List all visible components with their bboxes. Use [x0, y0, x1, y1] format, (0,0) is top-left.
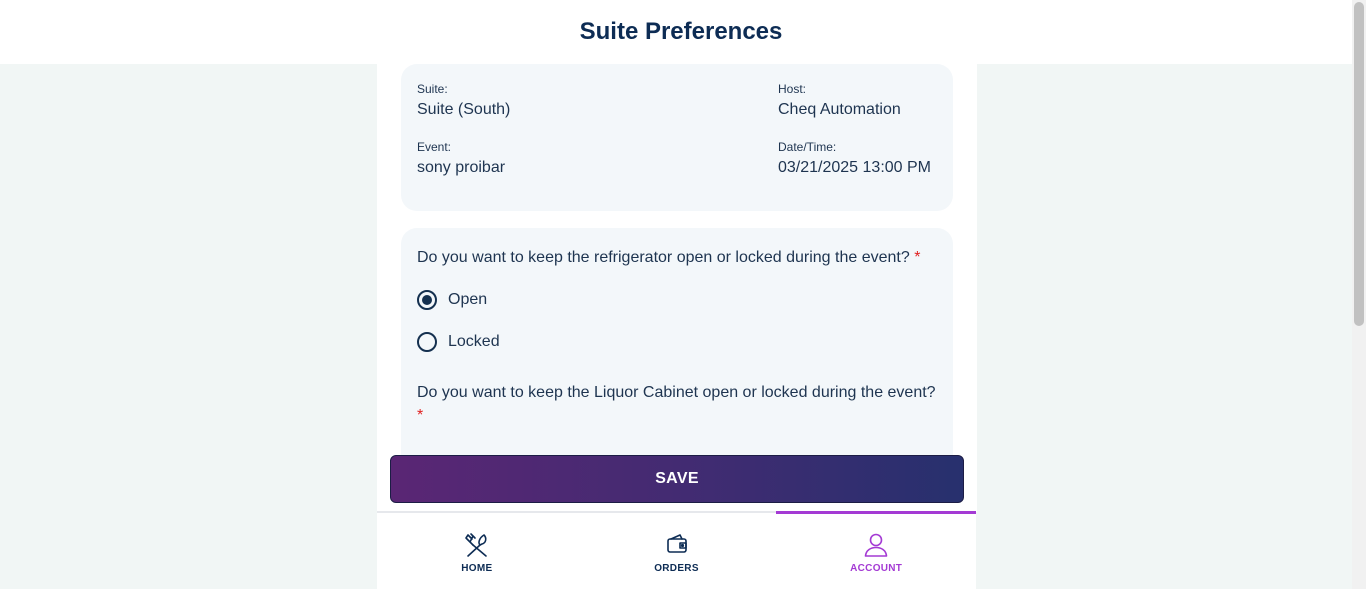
utensils-icon [465, 533, 487, 557]
scrollbar[interactable] [1352, 0, 1366, 589]
suite-info-card: Suite: Suite (South) Host: Cheq Automati… [401, 64, 953, 211]
refrigerator-option-open[interactable]: Open [417, 289, 937, 311]
required-marker: * [417, 407, 424, 424]
required-marker: * [914, 249, 921, 266]
liquor-cabinet-question-text: Do you want to keep the Liquor Cabinet o… [417, 384, 936, 401]
nav-label-orders[interactable]: ORDERS [654, 563, 699, 574]
suite-info: Suite: Suite (South) [417, 82, 510, 119]
bottom-nav: HOME ORDERS ACCOUNT [377, 511, 976, 589]
nav-item-account[interactable]: ACCOUNT [776, 511, 976, 589]
radio-locked[interactable] [417, 332, 437, 352]
datetime-info: Date/Time: 03/21/2025 13:00 PM [778, 140, 931, 177]
nav-item-orders[interactable]: ORDERS [577, 513, 777, 589]
refrigerator-option-locked[interactable]: Locked [417, 331, 937, 353]
datetime-label: Date/Time: [778, 140, 837, 154]
page-title: Suite Preferences [579, 18, 783, 45]
event-value: sony proibar [417, 159, 506, 176]
save-button[interactable]: SAVE [390, 455, 964, 503]
user-icon [864, 533, 888, 557]
host-info: Host: Cheq Automation [778, 82, 901, 119]
radio-locked-label[interactable]: Locked [448, 333, 500, 351]
host-label: Host: [778, 82, 807, 96]
host-value: Cheq Automation [778, 101, 901, 118]
main-content[interactable]: Suite: Suite (South) Host: Cheq Automati… [377, 64, 977, 512]
nav-label-account[interactable]: ACCOUNT [850, 563, 902, 574]
scrollbar-thumb[interactable] [1354, 2, 1364, 326]
preferences-card: Do you want to keep the refrigerator ope… [401, 228, 953, 488]
suite-value: Suite (South) [417, 101, 511, 118]
event-label: Event: [417, 140, 452, 154]
event-info: Event: sony proibar [417, 140, 505, 177]
page-header: Suite Preferences [0, 0, 1352, 64]
refrigerator-question: Do you want to keep the refrigerator ope… [417, 246, 937, 269]
radio-open-label[interactable]: Open [448, 291, 487, 309]
liquor-cabinet-question: Do you want to keep the Liquor Cabinet o… [417, 381, 937, 427]
nav-item-home[interactable]: HOME [377, 513, 577, 589]
nav-label-home[interactable]: HOME [461, 563, 492, 574]
radio-open[interactable] [417, 290, 437, 310]
wallet-icon [666, 534, 687, 553]
refrigerator-question-text: Do you want to keep the refrigerator ope… [417, 249, 910, 266]
suite-label: Suite: [417, 82, 448, 96]
datetime-value: 03/21/2025 13:00 PM [778, 159, 932, 176]
